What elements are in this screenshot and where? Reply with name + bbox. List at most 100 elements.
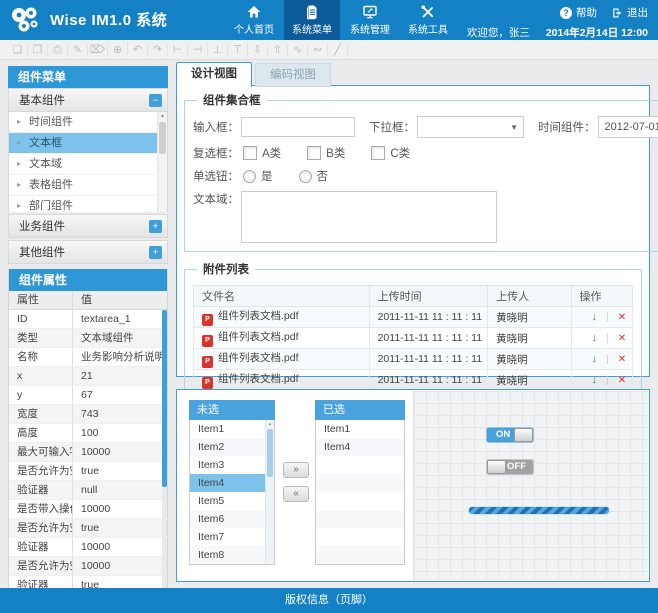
publish-icon[interactable]: ⊕	[108, 43, 128, 57]
striped-progress-bar	[469, 507, 609, 514]
prop-name: ID	[9, 310, 73, 328]
item-label: 时间组件	[29, 116, 73, 128]
divider: |	[606, 332, 609, 344]
list-scrollbar[interactable]: ▲	[265, 420, 274, 564]
toggle-on-switch[interactable]: ON	[486, 427, 534, 443]
accordion-basic-components[interactable]: 基本组件 −	[8, 88, 168, 112]
property-row: 最大可输入字符数10000	[9, 443, 167, 462]
expand-icon[interactable]: +	[149, 246, 162, 259]
sidebar-item-textbox[interactable]: ▸ 文本框	[9, 133, 167, 154]
wave-icon[interactable]: ∾	[308, 43, 328, 57]
align-bottom-icon[interactable]: ⊥	[208, 43, 228, 57]
new-file-icon[interactable]: ❏	[8, 43, 28, 57]
download-icon[interactable]: ↓	[592, 353, 598, 365]
item-label: 部门组件	[29, 200, 73, 212]
unselected-list-title: 未选	[189, 400, 275, 420]
redo-icon[interactable]: ↷	[148, 43, 168, 57]
tab-code-view[interactable]: 编码视图	[255, 63, 331, 87]
delete-icon[interactable]: ✕	[618, 375, 626, 386]
checkbox-b[interactable]	[307, 146, 321, 160]
list-item[interactable]: Item1	[190, 420, 274, 438]
nav-system-management[interactable]: 系统管理	[342, 0, 398, 40]
radio-yes[interactable]	[243, 170, 256, 183]
help-link[interactable]: ? 帮助	[560, 5, 597, 20]
list-item[interactable]: Item1	[316, 420, 404, 438]
sidebar-item-department-component[interactable]: ▸ 部门组件	[9, 196, 167, 212]
uploader: 黄晓明	[488, 349, 571, 370]
design-canvas: ON OFF	[413, 391, 648, 580]
undo-icon[interactable]: ↶	[128, 43, 148, 57]
fieldset-legend: 组件集合框	[197, 92, 267, 108]
delete-icon[interactable]: ✕	[618, 354, 626, 365]
scrollbar-thumb[interactable]	[162, 310, 167, 487]
upload-time: 2011-11-11 11 : 11 : 11	[369, 307, 488, 328]
curve-icon[interactable]: ∿	[288, 43, 308, 57]
text-input[interactable]	[241, 117, 355, 137]
align-top-icon[interactable]: ⊤	[228, 43, 248, 57]
scrollbar-thumb[interactable]	[267, 429, 273, 477]
list-item[interactable]: Item8	[190, 546, 274, 564]
checkbox-c[interactable]	[371, 146, 385, 160]
accordion-other-components[interactable]: 其他组件 +	[8, 240, 168, 264]
list-item[interactable]: Item2	[190, 438, 274, 456]
properties-scrollbar[interactable]	[162, 310, 167, 595]
nav-personal-home[interactable]: 个人首页	[226, 0, 282, 40]
list-item[interactable]: Item4	[316, 438, 404, 456]
list-item[interactable]: Item5	[190, 492, 274, 510]
logout-link[interactable]: 退出	[611, 5, 648, 20]
align-left-icon[interactable]: ⊢	[168, 43, 188, 57]
save-icon[interactable]: ⎙	[48, 43, 68, 57]
collapse-icon[interactable]: −	[149, 94, 162, 107]
textarea-field[interactable]	[241, 191, 497, 243]
prop-value: 业务影响分析说明	[73, 348, 167, 366]
toggle-on-label: ON	[496, 428, 510, 442]
toggle-off-switch[interactable]: OFF	[486, 459, 534, 475]
list-item-selected[interactable]: Item4	[190, 474, 274, 492]
sidebar-item-table-component[interactable]: ▸ 表格组件	[9, 175, 167, 196]
attachment-row: P组件列表文档.pdf 2011-11-11 11 : 11 : 11 黄晓明 …	[194, 370, 633, 391]
toggle-knob[interactable]	[514, 428, 533, 442]
accordion-business-components[interactable]: 业务组件 +	[8, 214, 168, 238]
export-file-icon[interactable]: ⇧	[268, 43, 288, 57]
scrollbar-thumb[interactable]	[159, 122, 166, 154]
component-list: ▸ 时间组件 ▸ 文本框 ▸ 文本域 ▸ 表格组件 ▸ 部门组件 ▲	[8, 112, 168, 212]
dropdown-select[interactable]: ▼	[417, 116, 524, 138]
delete-icon[interactable]: ⌦	[88, 43, 108, 57]
toggle-knob[interactable]	[487, 460, 506, 474]
nav-system-tools[interactable]: 系统工具	[400, 0, 456, 40]
list-item[interactable]: Item6	[190, 510, 274, 528]
sidebar-item-textarea[interactable]: ▸ 文本域	[9, 154, 167, 175]
radio-yes-label: 是	[261, 168, 273, 184]
sidebar-item-time-component[interactable]: ▸ 时间组件	[9, 112, 167, 133]
delete-icon[interactable]: ✕	[618, 333, 626, 344]
radio-no[interactable]	[299, 170, 312, 183]
nav-system-menu[interactable]: 系统菜单	[284, 0, 340, 40]
prop-name: 宽度	[9, 405, 73, 423]
move-right-button[interactable]: »	[283, 462, 309, 478]
download-icon[interactable]: ↓	[592, 374, 598, 386]
expand-icon[interactable]: +	[149, 220, 162, 233]
open-folder-icon[interactable]: ❐	[28, 43, 48, 57]
scroll-up-icon[interactable]: ▲	[158, 112, 167, 121]
draw-line-icon[interactable]: ╱	[328, 43, 348, 57]
tab-design-view[interactable]: 设计视图	[176, 62, 252, 87]
sidebar-scrollbar[interactable]: ▲	[157, 112, 167, 212]
checkbox-a[interactable]	[243, 146, 257, 160]
align-right-icon[interactable]: ⊣	[188, 43, 208, 57]
delete-icon[interactable]: ✕	[618, 312, 626, 323]
scroll-up-icon[interactable]: ▲	[266, 420, 274, 428]
download-icon[interactable]: ↓	[592, 332, 598, 344]
prop-value: 文本域组件	[73, 329, 167, 347]
list-item[interactable]: Item3	[190, 456, 274, 474]
import-file-icon[interactable]: ⇩	[248, 43, 268, 57]
download-icon[interactable]: ↓	[592, 311, 598, 323]
list-item[interactable]: Item7	[190, 528, 274, 546]
col-upload-time: 上传时间	[369, 286, 488, 307]
prop-name: x	[9, 367, 73, 385]
footer: 版权信息（页脚）	[0, 588, 658, 613]
datetime-text: 2014年2月14日 12:00	[546, 25, 648, 40]
view-tabs: 设计视图 编码视图	[176, 62, 650, 86]
date-picker[interactable]: 2012-07-01 ▦	[598, 116, 658, 138]
edit-icon[interactable]: ✎	[68, 43, 88, 57]
move-left-button[interactable]: «	[283, 486, 309, 502]
